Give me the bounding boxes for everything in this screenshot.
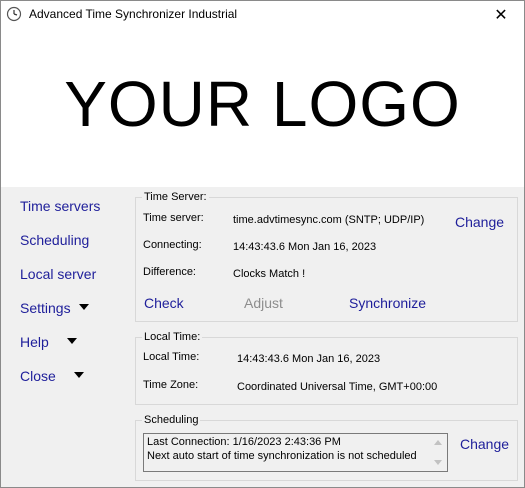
time-zone-label: Time Zone: xyxy=(143,379,199,391)
scroll-down-icon[interactable] xyxy=(434,460,442,465)
scroll-up-icon[interactable] xyxy=(434,440,442,445)
time-zone-value: Coordinated Universal Time, GMT+00:00 xyxy=(237,381,438,393)
nav-close-label: Close xyxy=(20,368,56,384)
title-bar: Advanced Time Synchronizer Industrial ✕ xyxy=(1,1,524,29)
nav-settings[interactable]: Settings xyxy=(20,300,89,316)
difference-label: Difference: xyxy=(143,266,196,278)
synchronize-button[interactable]: Synchronize xyxy=(349,295,426,311)
clock-icon xyxy=(6,6,22,22)
dropdown-arrow-icon xyxy=(66,338,77,345)
nav-scheduling-label: Scheduling xyxy=(20,232,90,248)
local-time-group: Local Time: xyxy=(135,331,518,405)
nav-scheduling[interactable]: Scheduling xyxy=(20,232,89,248)
time-server-group-title: Time Server: xyxy=(144,191,207,203)
close-icon: ✕ xyxy=(494,7,508,24)
local-time-label: Local Time: xyxy=(143,351,200,363)
adjust-button[interactable]: Adjust xyxy=(244,295,283,311)
close-window-button[interactable]: ✕ xyxy=(478,1,524,29)
nav-help[interactable]: Help xyxy=(20,334,77,350)
local-time-value: 14:43:43.6 Mon Jan 16, 2023 xyxy=(237,353,381,365)
scheduling-group-title: Scheduling xyxy=(144,414,199,426)
textbox-scrollbar[interactable] xyxy=(431,434,447,471)
logo-area: YOUR LOGO xyxy=(1,29,524,187)
window-title: Advanced Time Synchronizer Industrial xyxy=(29,7,238,21)
nav-time-servers[interactable]: Time servers xyxy=(20,198,100,214)
nav-local-server[interactable]: Local server xyxy=(20,266,96,282)
scheduling-log-textbox[interactable]: Last Connection: 1/16/2023 2:43:36 PM Ne… xyxy=(143,433,448,472)
next-auto-start-text: Next auto start of time synchronization … xyxy=(147,450,417,462)
nav-help-label: Help xyxy=(20,334,49,350)
nav-close[interactable]: Close xyxy=(20,368,84,384)
change-server-button[interactable]: Change xyxy=(455,214,504,230)
check-button[interactable]: Check xyxy=(144,295,184,311)
last-connection-text: Last Connection: 1/16/2023 2:43:36 PM xyxy=(147,436,341,448)
difference-value: Clocks Match ! xyxy=(233,268,306,280)
time-server-group: Time Server: xyxy=(135,191,518,322)
nav-time-servers-label: Time servers xyxy=(20,198,101,214)
time-server-value: time.advtimesync.com (SNTP; UDP/IP) xyxy=(233,214,425,226)
dropdown-arrow-icon xyxy=(73,372,84,379)
logo: YOUR LOGO xyxy=(64,68,461,140)
dropdown-arrow-icon xyxy=(78,304,89,311)
connecting-label: Connecting: xyxy=(143,239,202,251)
app-window: Advanced Time Synchronizer Industrial ✕ … xyxy=(0,0,525,488)
time-server-label: Time server: xyxy=(143,212,204,224)
connecting-value: 14:43:43.6 Mon Jan 16, 2023 xyxy=(233,241,377,253)
local-time-group-title: Local Time: xyxy=(144,331,201,343)
change-schedule-button[interactable]: Change xyxy=(460,436,509,452)
nav-local-server-label: Local server xyxy=(20,266,97,282)
nav-settings-label: Settings xyxy=(20,300,71,316)
